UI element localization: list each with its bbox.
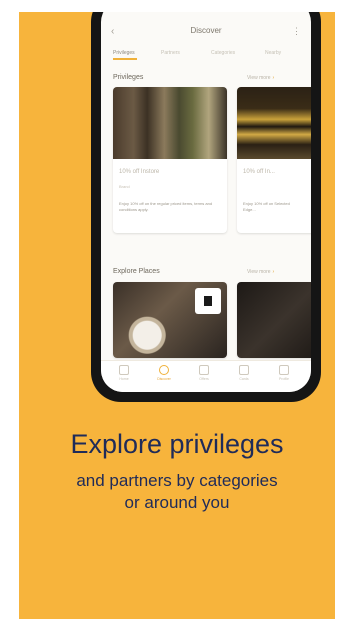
phone-screen: ‹ Discover ⋮ Privileges Partners Categor… xyxy=(101,12,311,392)
more-icon[interactable]: ⋮ xyxy=(292,26,301,37)
place-card[interactable] xyxy=(237,282,311,358)
nav-home[interactable]: Home xyxy=(109,365,139,381)
tab-indicator xyxy=(113,58,137,60)
place-card[interactable] xyxy=(113,282,227,358)
card-title: 10% off In... xyxy=(243,169,275,175)
privilege-card[interactable]: 10% off Instore Brand Enjoy 10% off on t… xyxy=(113,87,227,233)
privilege-card[interactable]: 10% off In... Enjoy 10% off on Selected … xyxy=(237,87,311,233)
phone-mockup: ‹ Discover ⋮ Privileges Partners Categor… xyxy=(91,12,321,402)
bottom-navigation: Home Discover Offers Cards Profile xyxy=(101,360,311,392)
chevron-right-icon: › xyxy=(272,75,275,81)
nav-label: Discover xyxy=(157,377,171,381)
nav-cards[interactable]: Cards xyxy=(229,365,259,381)
tab-privileges[interactable]: Privileges xyxy=(113,50,135,56)
tab-categories[interactable]: Categories xyxy=(211,50,235,56)
card-description: Enjoy 10% off on Selected Edge... xyxy=(243,201,290,212)
caption-headline: Explore privileges xyxy=(70,429,284,459)
section-title-explore: Explore Places xyxy=(113,268,160,275)
app-header: ‹ Discover ⋮ xyxy=(101,22,311,44)
card-image xyxy=(237,87,311,159)
caption-subtitle: and partners by categories or around you xyxy=(19,470,335,514)
card-subtitle: Brand xyxy=(119,184,130,189)
compass-icon xyxy=(159,365,169,375)
tab-partners[interactable]: Partners xyxy=(161,50,180,56)
view-more-explore-link[interactable]: View more › xyxy=(247,269,274,275)
nav-label: Profile xyxy=(279,377,289,381)
nav-label: Home xyxy=(119,377,129,381)
nav-label: Cards xyxy=(239,377,249,381)
nav-offers[interactable]: Offers xyxy=(189,365,219,381)
app-title: Discover xyxy=(190,26,222,35)
promo-banner: ‹ Discover ⋮ Privileges Partners Categor… xyxy=(19,12,335,619)
chevron-right-icon: › xyxy=(272,269,275,275)
nav-profile[interactable]: Profile xyxy=(269,365,299,381)
tab-bar: Privileges Partners Categories Nearby xyxy=(101,48,311,62)
profile-icon xyxy=(279,365,289,375)
tab-nearby[interactable]: Nearby xyxy=(265,50,281,56)
section-title-privileges: Privileges xyxy=(113,74,144,81)
card-icon xyxy=(239,365,249,375)
nav-label: Offers xyxy=(199,377,209,381)
nav-discover[interactable]: Discover xyxy=(149,365,179,381)
view-more-privileges-link[interactable]: View more › xyxy=(247,75,274,81)
caption-line-2: and partners by categories xyxy=(76,471,278,490)
card-description: Enjoy 10% off on the regular priced item… xyxy=(119,201,213,212)
home-icon xyxy=(119,365,129,375)
bookmark-icon xyxy=(199,365,209,375)
place-image xyxy=(237,282,311,358)
card-image xyxy=(113,87,227,159)
video-icon xyxy=(195,288,221,314)
caption-line-3: or around you xyxy=(124,493,230,512)
card-title: 10% off Instore xyxy=(119,169,160,175)
